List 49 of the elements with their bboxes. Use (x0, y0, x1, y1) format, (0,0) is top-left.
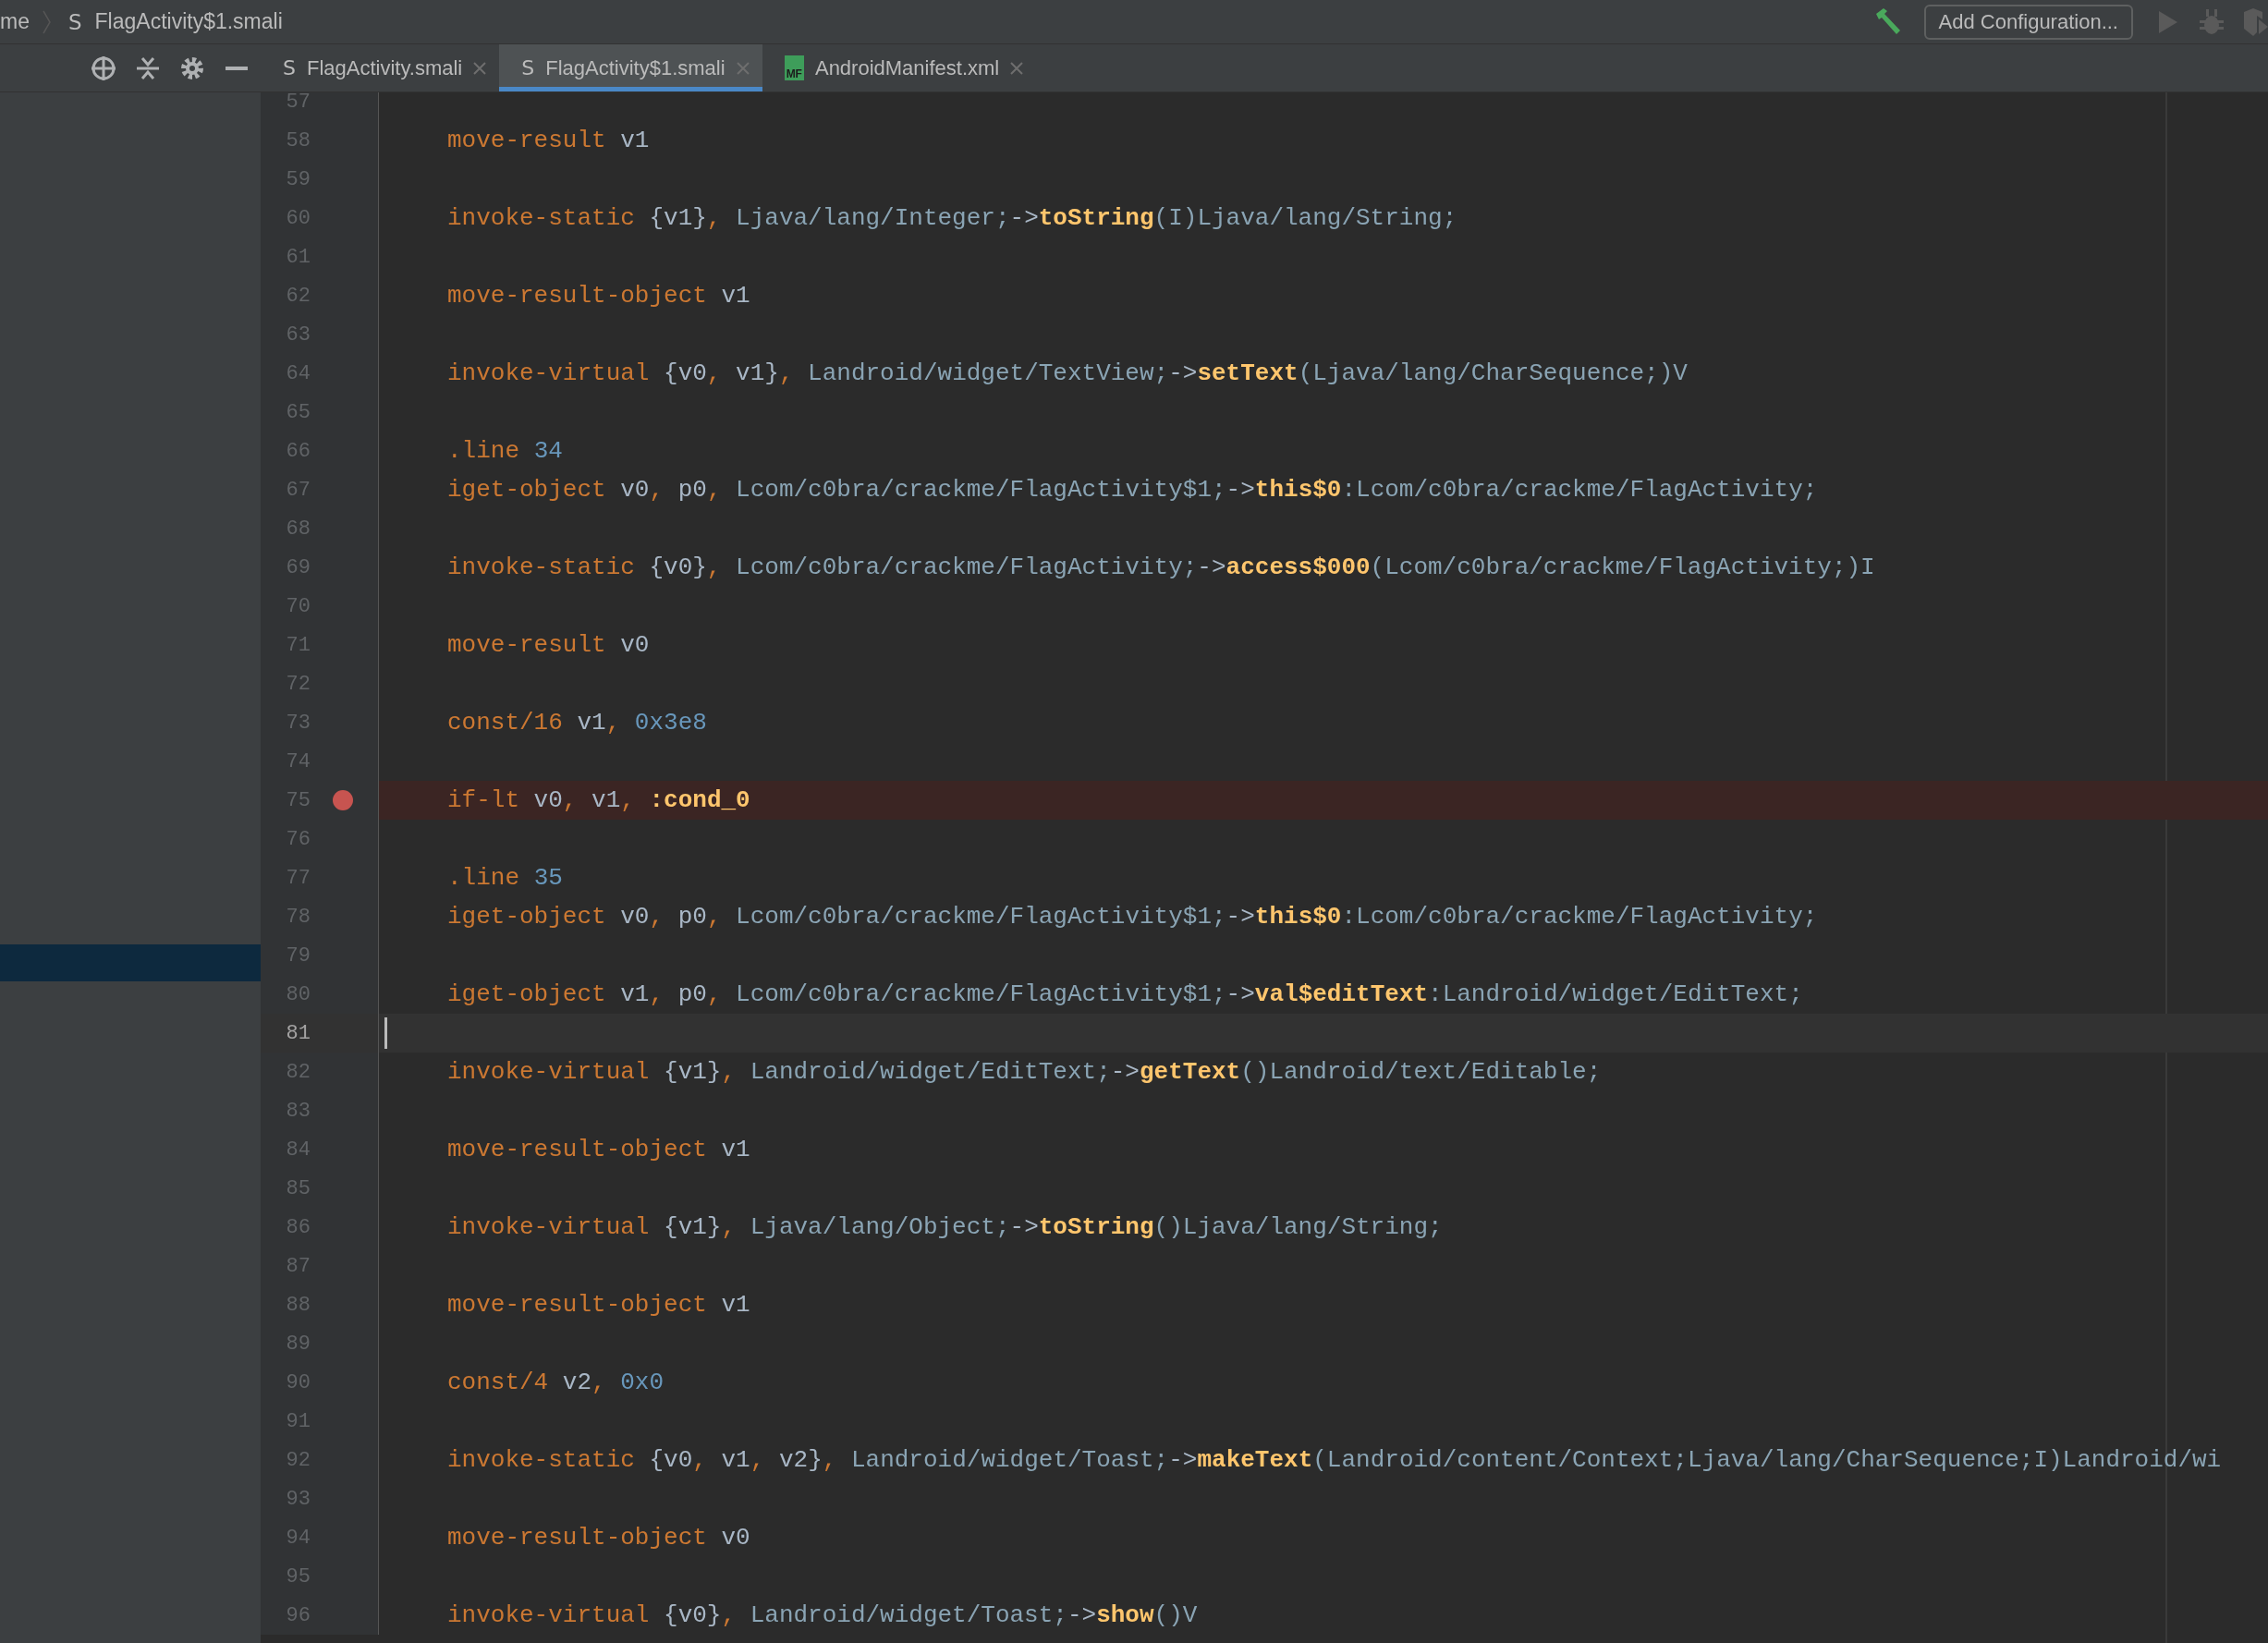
code-line: move-result v1 (447, 127, 650, 154)
code-line: invoke-virtual {v1}, Ljava/lang/Object;->toString()Ljava/lang/String; (447, 1213, 1443, 1241)
code-line: .line 34 (447, 437, 563, 465)
code-line: move-result-object v1 (447, 1136, 750, 1163)
tab-label: FlagActivity$1.smali (545, 55, 726, 80)
crosshair-icon[interactable] (91, 55, 116, 81)
bug-icon[interactable] (2200, 8, 2224, 35)
minimize-icon[interactable] (226, 66, 248, 70)
hammer-icon[interactable] (1873, 7, 1902, 36)
line-number: 81 (285, 1021, 311, 1045)
code-line: const/16 v1, 0x3e8 (447, 709, 707, 736)
tab-label: FlagActivity.smali (306, 55, 463, 80)
code-line: invoke-static {v0}, Lcom/c0bra/crackme/FlagActivity;->access$000(Lcom/c0bra/crackme/FlagActivity;)I (447, 554, 1875, 581)
file-type-icon: S (521, 56, 535, 79)
code-line: iget-object v0, p0, Lcom/c0bra/crackme/FlagActivity$1;->this$0:Lcom/c0bra/crackme/FlagActivity; (447, 903, 1818, 931)
code-line: invoke-virtual {v1}, Landroid/widget/EditText;->getText()Landroid/text/Editable; (447, 1058, 1602, 1086)
code-line: invoke-virtual {v0}, Landroid/widget/Toast;->show()V (447, 1601, 1198, 1629)
collapse-icon[interactable] (137, 55, 159, 80)
manifest-file-icon: MF (784, 55, 804, 80)
breakpoint-icon[interactable] (333, 790, 353, 810)
code-line: const/4 v2, 0x0 (447, 1369, 665, 1396)
settings-icon[interactable] (179, 55, 205, 81)
code-line: .line 35 (447, 864, 563, 892)
file-type-icon: S (283, 56, 296, 79)
code-line: iget-object v1, p0, Lcom/c0bra/crackme/FlagActivity$1;->val$editText:Landroid/widget/EditText; (447, 980, 1803, 1008)
run-icon[interactable] (2159, 10, 2177, 33)
chevron-icon (42, 9, 52, 34)
text-caret (384, 1017, 387, 1049)
code-line: if-lt v0, v1, :cond_0 (447, 786, 750, 814)
code-line: move-result v0 (447, 631, 650, 659)
code-line: invoke-virtual {v0, v1}, Landroid/widget/TextView;->setText(Ljava/lang/CharSequence;)V (447, 359, 1688, 387)
code-line: move-result-object v0 (447, 1524, 750, 1552)
breadcrumb-item[interactable]: me (0, 9, 30, 34)
editor-tab[interactable]: S FlagActivity$1.smali (499, 44, 762, 91)
code-line: move-result-object v1 (447, 282, 750, 310)
file-type-icon: S (67, 9, 82, 34)
code-line: invoke-static {v0, v1, v2}, Landroid/widget/Toast;->makeText(Landroid/content/Context;Ljava/lang/CharSequence;I)Landroid/wi (447, 1446, 2222, 1474)
tab-label: AndroidManifest.xml (814, 55, 1000, 80)
editor-tab[interactable]: S FlagActivity.smali (261, 44, 500, 91)
editor-tab[interactable]: MF AndroidManifest.xml (762, 44, 1037, 91)
code-line: invoke-static {v1}, Ljava/lang/Integer;->toString(I)Ljava/lang/String; (447, 204, 1457, 232)
breadcrumb-item[interactable]: FlagActivity$1.smali (94, 9, 283, 34)
close-icon[interactable] (1010, 61, 1024, 75)
code-line: iget-object v0, p0, Lcom/c0bra/crackme/FlagActivity$1;->this$0:Lcom/c0bra/crackme/FlagActivity; (447, 476, 1818, 504)
add-configuration-button[interactable]: Add Configuration... (1923, 4, 2133, 40)
close-icon[interactable] (473, 61, 487, 75)
close-icon[interactable] (736, 61, 750, 75)
coverage-icon[interactable] (2242, 7, 2268, 36)
code-line: move-result-object v1 (447, 1291, 750, 1319)
